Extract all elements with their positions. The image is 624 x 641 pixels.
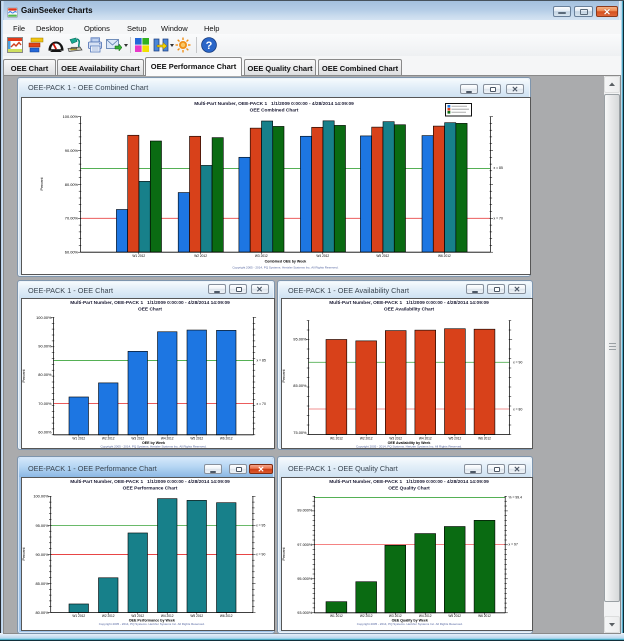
svg-text:W4 2012: W4 2012: [419, 436, 432, 440]
svg-text:W6 2012: W6 2012: [220, 436, 233, 440]
svg-text:W4 2012: W4 2012: [419, 614, 432, 618]
svg-text:85.00%: 85.00%: [35, 581, 49, 586]
svg-text:W2 2012: W2 2012: [102, 614, 115, 618]
svg-text:OEE Chart: OEE Chart: [138, 307, 162, 313]
svg-text:W2 2012: W2 2012: [194, 254, 207, 258]
svg-text:W3 2012: W3 2012: [389, 614, 402, 618]
svg-text:W3 2012: W3 2012: [131, 614, 144, 618]
svg-text:97.000%: 97.000%: [297, 543, 313, 547]
svg-text:Copyright 2005 - 2014, PQ Syst: Copyright 2005 - 2014, PQ Systems. Hertz…: [99, 622, 205, 626]
svg-text:60.00%: 60.00%: [38, 430, 52, 435]
svg-text:95.00%: 95.00%: [35, 523, 49, 528]
svg-text:x = 70: x = 70: [494, 217, 503, 221]
svg-text:99.000%: 99.000%: [297, 508, 313, 512]
svg-text:W4 2012: W4 2012: [161, 436, 174, 440]
svg-text:75.00%: 75.00%: [293, 430, 307, 435]
svg-text:W4 2012: W4 2012: [316, 254, 329, 258]
svg-text:W3 2012: W3 2012: [131, 436, 144, 440]
svg-text:?: ?: [206, 40, 213, 52]
svg-text:Percent: Percent: [22, 369, 26, 383]
svg-text:W6 2012: W6 2012: [478, 436, 491, 440]
svg-text:Multi-Part Number, OEE-PACK 1: Multi-Part Number, OEE-PACK 1 1/1/2009 0…: [194, 101, 354, 107]
svg-text:95.000%: 95.000%: [297, 577, 313, 581]
svg-text:W5 2012: W5 2012: [190, 614, 203, 618]
svg-text:Percent: Percent: [22, 547, 26, 561]
svg-text:W6 2012: W6 2012: [220, 614, 233, 618]
svg-text:80.00%: 80.00%: [38, 372, 52, 377]
svg-text:80.00%: 80.00%: [35, 610, 49, 615]
svg-text:W2 2012: W2 2012: [102, 436, 115, 440]
svg-text:W2 2012: W2 2012: [360, 436, 373, 440]
svg-text:90.00%: 90.00%: [38, 344, 52, 349]
svg-text:W5 2012: W5 2012: [449, 436, 462, 440]
svg-text:W4 2012: W4 2012: [161, 614, 174, 618]
svg-text:Multi-Part Number, OEE-PACK 1: Multi-Part Number, OEE-PACK 1 1/1/2009 0…: [329, 479, 489, 485]
svg-text:93.000%: 93.000%: [297, 611, 313, 615]
svg-text:Combined OEE by Week: Combined OEE by Week: [265, 260, 307, 264]
svg-text:W1 2012: W1 2012: [72, 614, 85, 618]
svg-text:80.00%: 80.00%: [65, 182, 79, 187]
svg-text:W2 2012: W2 2012: [360, 614, 373, 618]
svg-text:x = 90: x = 90: [256, 553, 265, 557]
svg-text:x = 70: x = 70: [257, 402, 266, 406]
svg-text:W5 2012: W5 2012: [376, 254, 389, 258]
svg-text:W5 2012: W5 2012: [448, 614, 461, 618]
svg-text:100.00%: 100.00%: [36, 315, 52, 320]
svg-text:OEE Quality Chart: OEE Quality Chart: [388, 486, 430, 492]
svg-text:70.00%: 70.00%: [65, 216, 79, 221]
svg-text:W1 2012: W1 2012: [330, 614, 343, 618]
svg-text:x = 95: x = 95: [256, 524, 265, 528]
svg-text:Copyright 2005 - 2014, PQ Syst: Copyright 2005 - 2014, PQ Systems. Hertz…: [100, 445, 206, 449]
svg-text:x = 85: x = 85: [257, 359, 266, 363]
svg-text:90.00%: 90.00%: [35, 552, 49, 557]
svg-text:Percent: Percent: [40, 177, 44, 191]
svg-text:W1 2012: W1 2012: [330, 436, 343, 440]
svg-text:100.00%: 100.00%: [63, 114, 79, 119]
svg-text:W6 2012: W6 2012: [438, 254, 451, 258]
svg-text:Multi-Part Number, OEE-PACK 1: Multi-Part Number, OEE-PACK 1 1/1/2009 0…: [70, 300, 230, 306]
svg-text:60.00%: 60.00%: [65, 250, 79, 255]
svg-text:W3 2012: W3 2012: [255, 254, 268, 258]
svg-text:100.00%: 100.00%: [33, 494, 49, 499]
svg-text:OEE Combined Chart: OEE Combined Chart: [250, 108, 299, 114]
svg-text:Copyright 2005 - 2014, PQ Syst: Copyright 2005 - 2014, PQ Systems. Hertz…: [232, 266, 338, 270]
svg-text:x = 85: x = 85: [494, 166, 503, 170]
svg-text:85.00%: 85.00%: [293, 383, 307, 388]
svg-text:OEE Availability Chart: OEE Availability Chart: [384, 307, 435, 313]
svg-text:W1 2012: W1 2012: [72, 436, 85, 440]
svg-text:W6 2012: W6 2012: [478, 614, 491, 618]
svg-text:x = 80: x = 80: [513, 407, 522, 411]
svg-text:70.00%: 70.00%: [38, 401, 52, 406]
svg-text:90.00%: 90.00%: [65, 148, 79, 153]
svg-text:% = 99.4: % = 99.4: [509, 496, 523, 500]
svg-text:W5 2012: W5 2012: [190, 436, 203, 440]
svg-text:W1 2012: W1 2012: [132, 254, 145, 258]
svg-text:Multi-Part Number, OEE-PACK 1: Multi-Part Number, OEE-PACK 1 1/1/2009 0…: [329, 300, 489, 306]
svg-text:95.00%: 95.00%: [293, 336, 307, 341]
svg-text:x = 90: x = 90: [513, 361, 522, 365]
svg-text:x = 97: x = 97: [509, 543, 518, 547]
svg-text:Multi-Part Number, OEE-PACK 1: Multi-Part Number, OEE-PACK 1 1/1/2009 0…: [70, 479, 230, 485]
svg-text:Percent: Percent: [282, 369, 286, 383]
svg-text:Copyright 2005 - 2014, PQ Syst: Copyright 2005 - 2014, PQ Systems. Hertz…: [356, 445, 462, 449]
svg-text:OEE Performance Chart: OEE Performance Chart: [123, 486, 178, 492]
svg-text:W3 2012: W3 2012: [389, 436, 402, 440]
svg-text:Percent: Percent: [282, 547, 286, 561]
svg-text:Copyright 2005 - 2014, PQ Syst: Copyright 2005 - 2014, PQ Systems. Hertz…: [357, 622, 463, 626]
